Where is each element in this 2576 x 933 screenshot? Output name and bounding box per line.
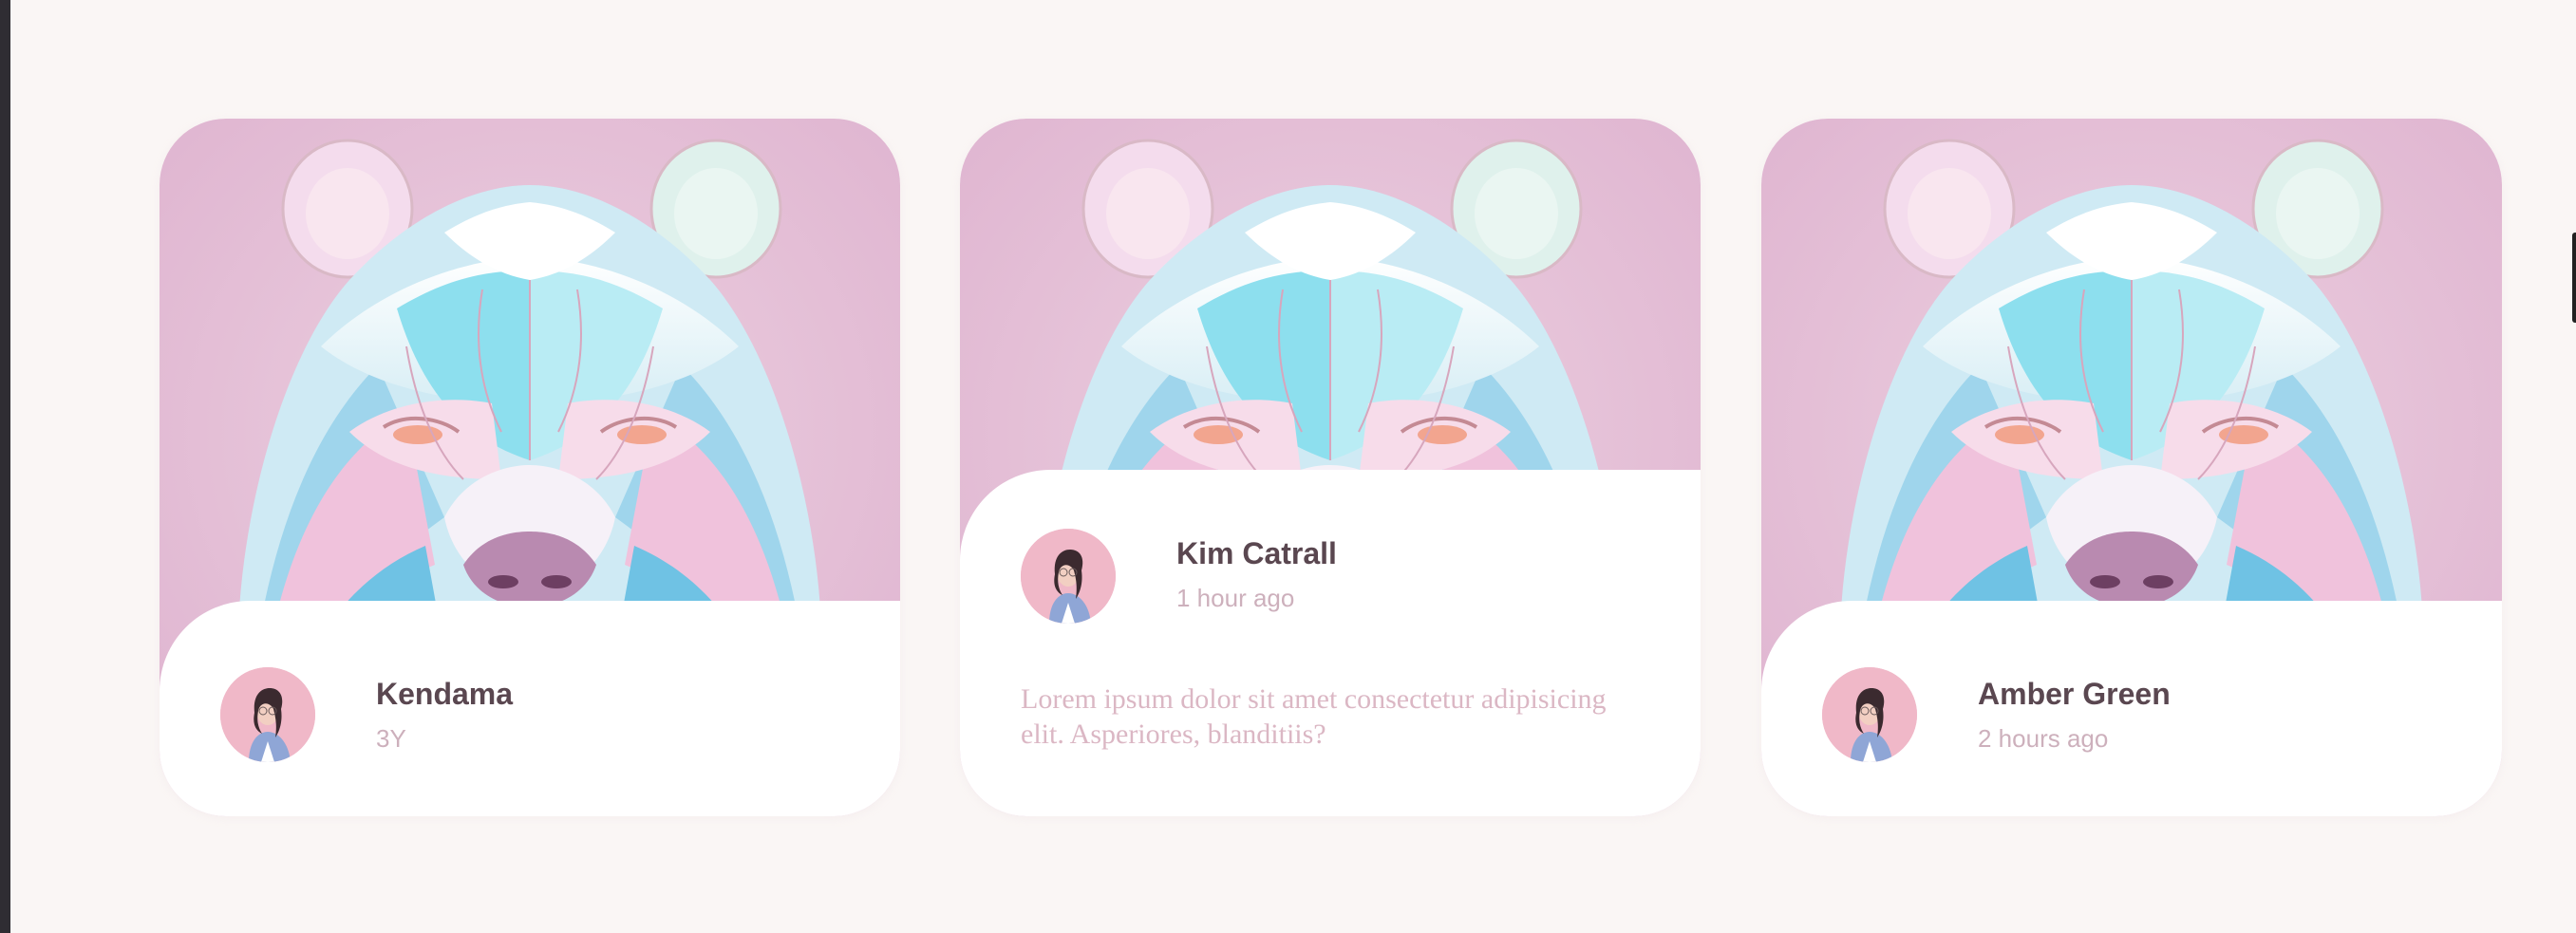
post-time: 3Y [376, 724, 406, 753]
post-time: 2 hours ago [1978, 724, 2109, 753]
profile-card[interactable]: Kim Catrall 1 hour ago Lorem ipsum dolor… [960, 119, 1701, 816]
scrollbar[interactable] [2572, 233, 2576, 323]
profile-card[interactable]: Kendama 3Y [160, 119, 900, 816]
author-name[interactable]: Kim Catrall [1176, 536, 1337, 571]
user-avatar[interactable] [1021, 529, 1116, 624]
author-name[interactable]: Kendama [376, 677, 513, 712]
post-time: 1 hour ago [1176, 584, 1295, 612]
user-avatar[interactable] [220, 667, 315, 762]
card-info: Kendama 3Y [160, 601, 900, 816]
card-info: Kim Catrall 1 hour ago Lorem ipsum dolor… [960, 470, 1701, 816]
window-left-edge [0, 0, 10, 933]
user-avatar[interactable] [1822, 667, 1917, 762]
author-name[interactable]: Amber Green [1978, 677, 2171, 712]
card-info: Amber Green 2 hours ago [1761, 601, 2502, 816]
card-description: Lorem ipsum dolor sit amet consectetur a… [1021, 683, 1607, 750]
profile-card[interactable]: Amber Green 2 hours ago [1761, 119, 2502, 816]
